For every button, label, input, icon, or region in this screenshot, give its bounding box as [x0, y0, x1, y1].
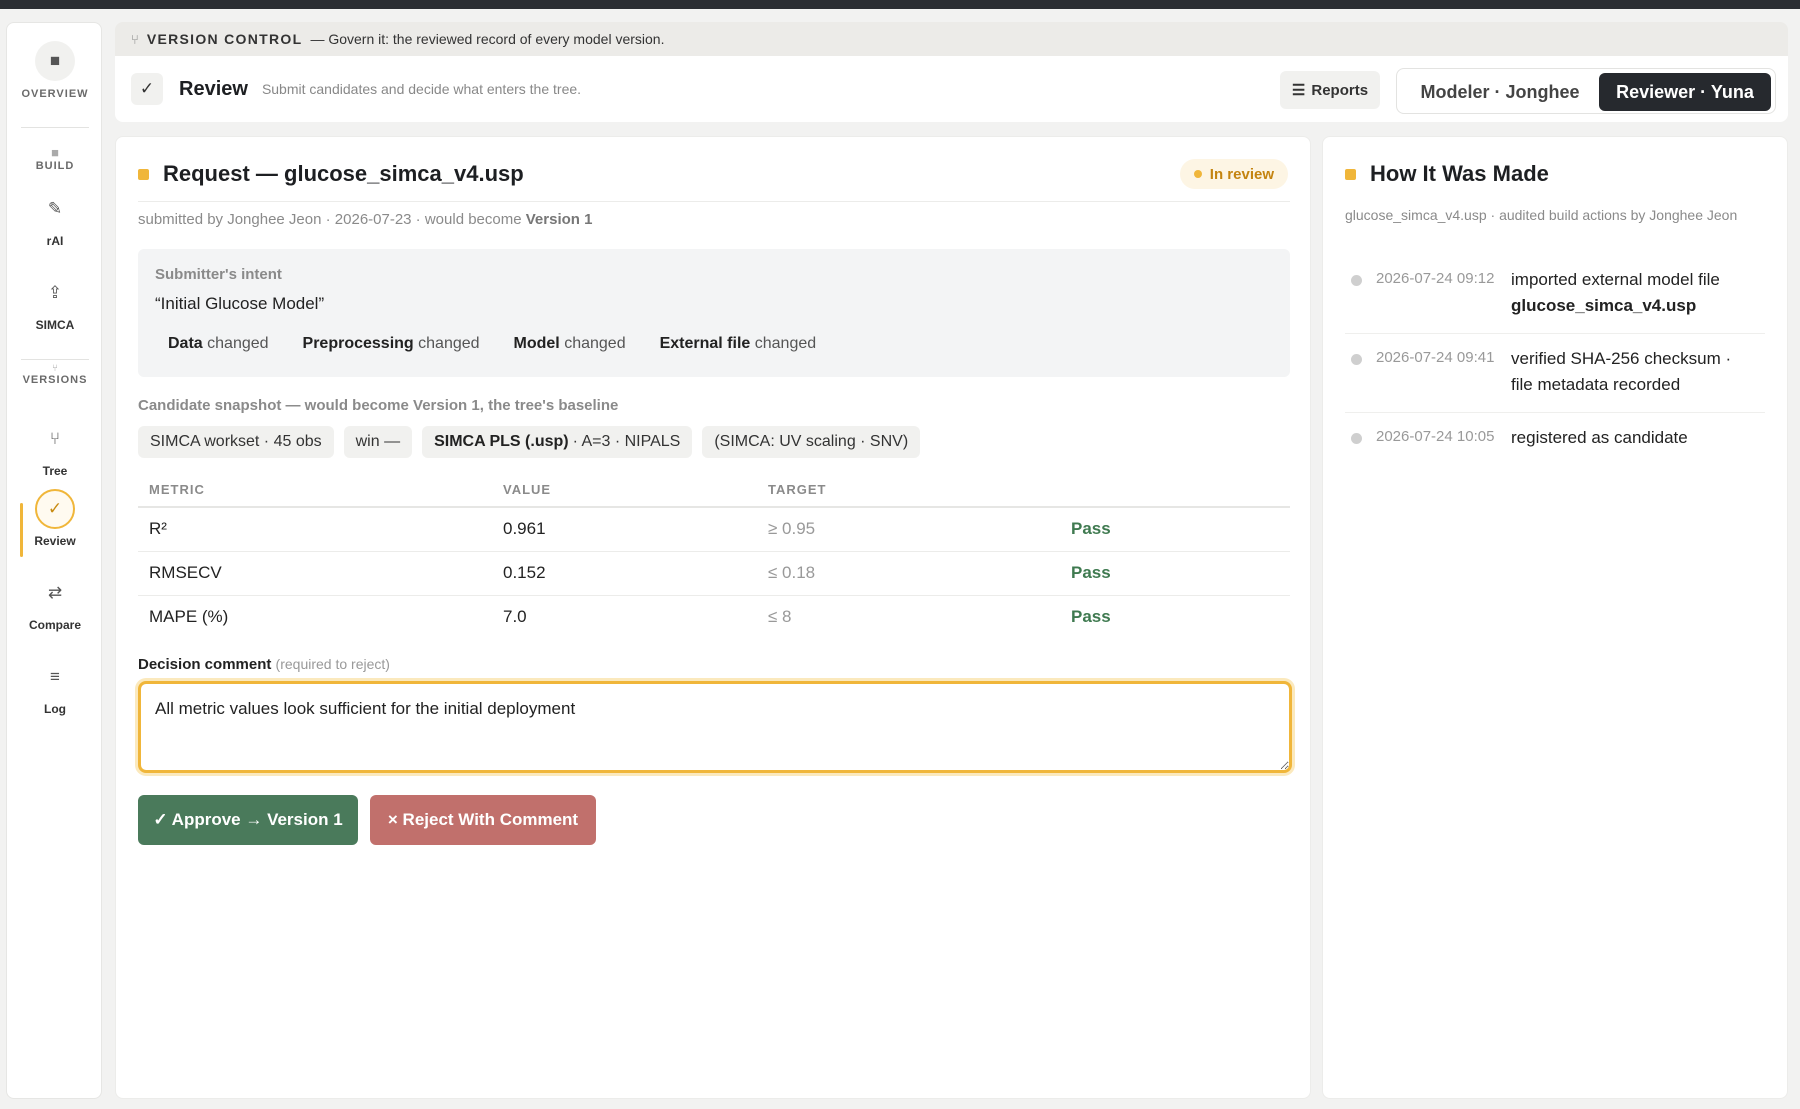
history-panel: How It Was Made glucose_simca_v4.usp · a…	[1322, 136, 1788, 1099]
intent-box: Submitter's intent “Initial Glucose Mode…	[138, 249, 1290, 377]
sidebar-item-compare[interactable]: ⇄ Compare	[7, 573, 103, 632]
snapshot-chip: win —	[343, 426, 413, 458]
snapshot-chips: SIMCA workset · 45 obs win — SIMCA PLS (…	[138, 426, 921, 458]
reject-button[interactable]: × Reject With Comment	[370, 795, 596, 845]
table-header-row: METRIC VALUE TARGET	[138, 473, 1290, 508]
event-text: registered as candidate	[1511, 428, 1688, 447]
page-title: Review	[179, 77, 248, 100]
sidebar-item-simca[interactable]: ⇪ SIMCA	[7, 273, 103, 332]
arrows-icon: ⇄	[47, 583, 63, 602]
pass-status: Pass	[1071, 551, 1290, 596]
snapshot-chip: (SIMCA: UV scaling · SNV)	[702, 426, 921, 458]
sidebar-group-versions: ⑂ VERSIONS	[7, 363, 103, 386]
table-row: MAPE (%) 7.0 ≤ 8 Pass	[138, 595, 1290, 639]
snapshot-title: Candidate snapshot — would become Versio…	[138, 397, 619, 414]
fork-icon: ⑂	[49, 429, 61, 448]
check-icon: ✓	[35, 489, 75, 529]
role-reviewer-button[interactable]: Reviewer · Yuna	[1599, 73, 1771, 111]
timeline-dot-icon	[1351, 354, 1362, 365]
section-title: VERSION CONTROL	[146, 31, 303, 47]
request-title: Request — glucose_simca_v4.usp	[163, 161, 524, 186]
version-control-bar: ⑂ VERSION CONTROL — Govern it: the revie…	[115, 22, 1788, 56]
sidebar-item-overview[interactable]: ■ OVERVIEW	[7, 41, 103, 100]
square-marker-icon	[1345, 168, 1356, 180]
event-time: 2026-07-24 09:41	[1376, 349, 1495, 366]
change-list: Data changed Preprocessing changed Model…	[168, 335, 816, 353]
sidebar-divider	[21, 127, 89, 128]
request-meta: submitted by Jonghee Jeon · 2026-07-23 ·…	[138, 211, 593, 228]
change-item: External file changed	[659, 335, 817, 352]
timeline-dot-icon	[1351, 275, 1362, 286]
table-row: RMSECV 0.152 ≤ 0.18 Pass	[138, 551, 1290, 596]
sidebar-divider	[21, 359, 89, 360]
event-text: imported external model file glucose_sim…	[1511, 270, 1720, 315]
sidebar-item-review[interactable]: ✓ Review	[7, 489, 103, 548]
pass-status: Pass	[1071, 507, 1290, 552]
request-header: Request — glucose_simca_v4.usp	[138, 161, 524, 187]
approve-button[interactable]: ✓ Approve → Version 1	[138, 795, 358, 845]
square-marker-icon	[138, 168, 149, 180]
change-item: Data changed	[168, 335, 269, 352]
timeline-event: 2026-07-24 09:12 imported external model…	[1345, 267, 1765, 334]
request-panel: Request — glucose_simca_v4.usp In review…	[115, 136, 1311, 1099]
check-icon: ✓	[131, 73, 163, 105]
timeline-dot-icon	[1351, 433, 1362, 444]
history-title: How It Was Made	[1370, 161, 1549, 186]
metrics-table: METRIC VALUE TARGET R² 0.961 ≥ 0.95 Pass…	[138, 473, 1290, 639]
window-top-strip	[0, 0, 1800, 9]
timeline-event: 2026-07-24 09:41 verified SHA-256 checks…	[1345, 346, 1765, 413]
column-header: TARGET	[768, 473, 1071, 508]
section-subtitle: — Govern it: the reviewed record of ever…	[310, 31, 665, 47]
comment-label: Decision comment (required to reject)	[138, 656, 390, 673]
list-icon: ≡	[50, 667, 60, 686]
timeline: 2026-07-24 09:12 imported external model…	[1345, 267, 1765, 477]
timeline-event: 2026-07-24 10:05 registered as candidate	[1345, 425, 1765, 465]
pencil-icon: ✎	[47, 199, 63, 218]
table-row: R² 0.961 ≥ 0.95 Pass	[138, 507, 1290, 552]
event-text: verified SHA-256 checksum · file metadat…	[1511, 349, 1732, 394]
intent-quote: “Initial Glucose Model”	[155, 294, 325, 313]
column-header: METRIC	[138, 473, 503, 508]
snapshot-chip: SIMCA PLS (.usp) · A=3 · NIPALS	[422, 426, 693, 458]
role-modeler-button[interactable]: Modeler · Jonghee	[1401, 73, 1599, 111]
fork-small-icon: ⑂	[52, 363, 58, 374]
intent-label: Submitter's intent	[155, 266, 282, 283]
pass-status: Pass	[1071, 607, 1111, 627]
divider	[138, 201, 1290, 202]
event-time: 2026-07-24 10:05	[1376, 428, 1495, 445]
history-header: How It Was Made	[1345, 161, 1549, 187]
snapshot-chip: SIMCA workset · 45 obs	[138, 426, 334, 458]
sidebar: ■ OVERVIEW ■ BUILD ✎ rAI ⇪ SIMCA ⑂ VERSI…	[6, 22, 102, 1099]
status-badge: In review	[1179, 159, 1288, 189]
event-time: 2026-07-24 09:12	[1376, 270, 1495, 287]
sidebar-item-log[interactable]: ≡ Log	[7, 657, 103, 716]
review-header: ✓ Review Submit candidates and decide wh…	[115, 56, 1788, 122]
upload-icon: ⇪	[47, 283, 63, 302]
change-item: Preprocessing changed	[302, 335, 480, 352]
sidebar-group-build: ■ BUILD	[7, 145, 103, 172]
sidebar-item-rai[interactable]: ✎ rAI	[7, 189, 103, 248]
page-subtitle: Submit candidates and decide what enters…	[261, 81, 582, 97]
status-dot-icon	[1193, 170, 1202, 178]
sidebar-item-tree[interactable]: ⑂ Tree	[7, 419, 103, 478]
change-item: Model changed	[513, 335, 626, 352]
document-icon: ☰	[1291, 82, 1306, 99]
reports-button[interactable]: ☰ Reports	[1280, 71, 1380, 109]
column-header: VALUE	[503, 473, 768, 508]
square-small-icon: ■	[51, 145, 59, 160]
column-header	[1071, 473, 1290, 508]
role-switch: Modeler · Jonghee Reviewer · Yuna	[1396, 68, 1776, 114]
fork-icon: ⑂	[131, 31, 139, 47]
square-icon: ■	[35, 41, 75, 81]
history-meta: glucose_simca_v4.usp · audited build act…	[1345, 207, 1738, 223]
decision-comment-input[interactable]	[138, 681, 1292, 773]
